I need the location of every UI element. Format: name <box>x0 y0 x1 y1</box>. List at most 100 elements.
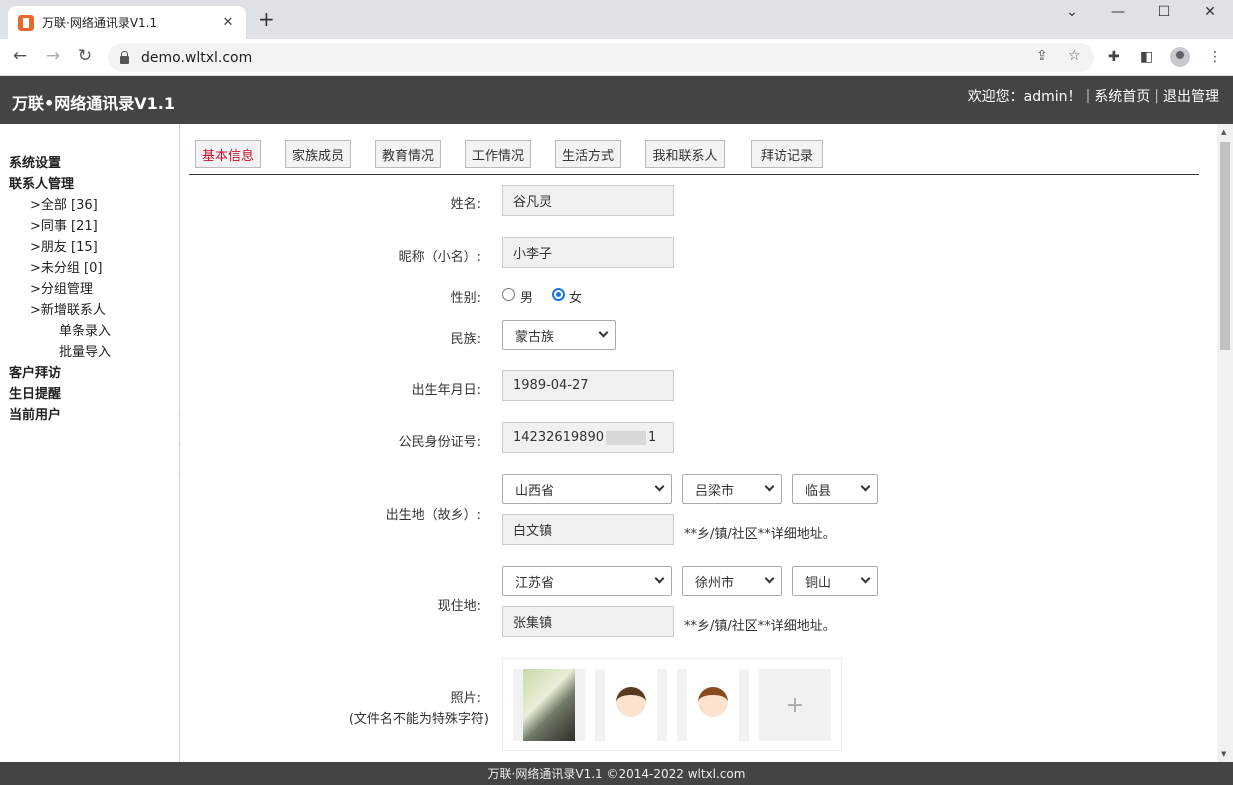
chevron-down-icon <box>654 573 665 584</box>
sidebar: 系统设置 联系人管理 >全部 [36] >同事 [21] >朋友 [15] >未… <box>0 124 180 762</box>
share-icon[interactable]: ⇪ <box>1036 48 1048 64</box>
photo-thumbnail[interactable] <box>677 669 749 741</box>
cartoon-girl-icon <box>698 687 728 717</box>
home-link[interactable]: 系统首页 <box>1094 86 1150 106</box>
birth-province-select[interactable]: 山西省 <box>502 474 672 504</box>
separator: | <box>1154 88 1159 104</box>
sidebar-item-colleagues[interactable]: >同事 [21] <box>30 215 98 234</box>
address-hint: **乡/镇/社区**详细地址。 <box>684 619 836 634</box>
sidebar-item-current-user[interactable]: 当前用户 <box>9 404 61 423</box>
cur-county-value: 铜山 <box>805 575 832 591</box>
chevron-down-icon <box>764 573 775 584</box>
id-label: 公民身份证号: <box>398 435 481 450</box>
reload-icon[interactable]: ↻ <box>74 46 96 66</box>
menu-icon[interactable]: ⋮ <box>1208 49 1222 65</box>
id-value: 14232619890 <box>513 430 604 445</box>
birth-province-value: 山西省 <box>515 483 555 499</box>
tab-education[interactable]: 教育情况 <box>375 140 441 168</box>
photo-thumbnail[interactable] <box>513 669 585 741</box>
photo-note: (文件名不能为特殊字符) <box>348 712 489 727</box>
tab-visits[interactable]: 拜访记录 <box>751 140 823 168</box>
app-header: 万联•网络通讯录V1.1 欢迎您：admin！ | 系统首页 | 退出管理 <box>0 76 1233 124</box>
sidebar-item-customer-visits[interactable]: 客户拜访 <box>9 362 61 381</box>
url-text: demo.wltxl.com <box>141 49 253 66</box>
id-input[interactable]: 14232619890 1 <box>502 422 674 453</box>
birth-city-select[interactable]: 吕梁市 <box>682 474 782 504</box>
ethnicity-select[interactable]: 蒙古族 <box>502 320 616 350</box>
scrollbar[interactable]: ▲ ▼ <box>1217 124 1233 762</box>
chevron-down-icon <box>764 481 775 492</box>
star-icon[interactable]: ☆ <box>1068 48 1081 64</box>
add-photo-button[interactable]: + <box>759 669 831 741</box>
ethnicity-value: 蒙古族 <box>515 329 555 345</box>
tab-lifestyle[interactable]: 生活方式 <box>555 140 621 168</box>
minimize-icon[interactable]: — <box>1108 4 1128 20</box>
main-content: 基本信息 家族成员 教育情况 工作情况 生活方式 我和联系人 拜访记录 姓名: … <box>181 124 1217 762</box>
id-tail: 1 <box>647 430 657 445</box>
birth-county-value: 临县 <box>805 483 832 499</box>
footer: 万联·网络通讯录V1.1 ©2014-2022 wltxl.com <box>0 762 1233 785</box>
lock-icon <box>120 50 129 64</box>
close-icon[interactable]: ✕ <box>220 15 236 30</box>
book-icon <box>18 14 34 31</box>
forward-arrow-icon[interactable]: → <box>42 46 64 66</box>
sidebar-item-ungrouped[interactable]: >未分组 [0] <box>30 257 102 276</box>
cur-city-select[interactable]: 徐州市 <box>682 566 782 596</box>
chevron-down-icon <box>860 573 871 584</box>
browser-tabbar: 万联·网络通讯录V1.1 ✕ + ⌄ — ☐ ✕ <box>0 0 1233 39</box>
birth-county-select[interactable]: 临县 <box>792 474 878 504</box>
redaction-mask <box>605 430 646 445</box>
welcome-text: 欢迎您：admin！ <box>967 89 1082 105</box>
tab-relationship[interactable]: 我和联系人 <box>645 140 725 168</box>
tab-basic-info[interactable]: 基本信息 <box>195 140 261 168</box>
cur-county-select[interactable]: 铜山 <box>792 566 878 596</box>
extensions-icon[interactable]: ✚ <box>1108 49 1120 65</box>
nickname-label: 昵称（小名）: <box>398 250 481 265</box>
sidebar-item-batch-import[interactable]: 批量导入 <box>59 341 111 360</box>
tab-work[interactable]: 工作情况 <box>465 140 531 168</box>
birthdate-input[interactable]: 1989-04-27 <box>502 370 674 401</box>
sidebar-item-birthday-reminder[interactable]: 生日提醒 <box>9 383 61 402</box>
sidepanel-icon[interactable]: ◧ <box>1140 49 1153 65</box>
sidebar-item-system-settings[interactable]: 系统设置 <box>9 152 61 171</box>
logout-link[interactable]: 退出管理 <box>1163 86 1219 106</box>
separator: | <box>1085 88 1091 104</box>
birthdate-label: 出生年月日: <box>411 383 481 398</box>
name-label: 姓名: <box>450 197 481 212</box>
sidebar-item-group-mgmt[interactable]: >分组管理 <box>30 278 93 297</box>
plus-icon: + <box>785 692 805 718</box>
cur-city-value: 徐州市 <box>695 575 735 591</box>
tab-title: 万联·网络通讯录V1.1 <box>42 16 158 30</box>
cur-province-select[interactable]: 江苏省 <box>502 566 672 596</box>
sidebar-item-contact-mgmt[interactable]: 联系人管理 <box>9 173 74 192</box>
sidebar-item-friends[interactable]: >朋友 [15] <box>30 236 98 255</box>
cur-town-input[interactable]: 张集镇 <box>502 606 674 637</box>
gender-label: 性别: <box>450 291 481 306</box>
scroll-up-icon[interactable]: ▲ <box>1221 128 1226 136</box>
chevron-down-icon[interactable]: ⌄ <box>1062 4 1082 20</box>
scrollbar-thumb[interactable] <box>1220 142 1230 350</box>
url-input[interactable]: demo.wltxl.com <box>108 43 1094 72</box>
birth-town-input[interactable]: 白文镇 <box>502 514 674 545</box>
close-window-icon[interactable]: ✕ <box>1200 4 1220 20</box>
gender-male-radio[interactable] <box>502 288 515 301</box>
maximize-icon[interactable]: ☐ <box>1154 4 1174 20</box>
name-input[interactable]: 谷凡灵 <box>502 185 674 216</box>
tab-family[interactable]: 家族成员 <box>285 140 351 168</box>
scroll-down-icon[interactable]: ▼ <box>1221 750 1226 758</box>
photo-image <box>523 669 575 741</box>
header-nav: 欢迎您：admin！ | 系统首页 | 退出管理 <box>968 86 1219 106</box>
birth-city-value: 吕梁市 <box>695 483 735 499</box>
cur-province-value: 江苏省 <box>515 575 555 591</box>
back-arrow-icon[interactable]: ← <box>9 46 31 66</box>
cartoon-girl-icon <box>616 687 646 717</box>
browser-tab[interactable]: 万联·网络通讯录V1.1 ✕ <box>8 6 246 39</box>
nickname-input[interactable]: 小李子 <box>502 237 674 268</box>
photo-thumbnail[interactable] <box>595 669 667 741</box>
profile-icon[interactable] <box>1170 47 1190 67</box>
sidebar-item-single-entry[interactable]: 单条录入 <box>59 320 111 339</box>
gender-female-radio[interactable] <box>552 288 565 301</box>
plus-icon[interactable]: + <box>258 9 275 29</box>
sidebar-item-all[interactable]: >全部 [36] <box>30 194 98 213</box>
sidebar-item-add-contact[interactable]: >新增联系人 <box>30 299 106 318</box>
